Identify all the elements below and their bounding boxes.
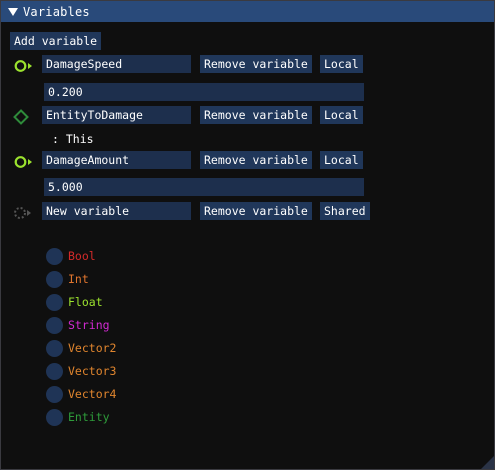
type-option-label: Vector3 xyxy=(68,364,117,378)
radio-button[interactable] xyxy=(46,247,63,265)
type-option-vector3[interactable]: Vector3 xyxy=(46,362,116,380)
variable-scope-button[interactable]: Local xyxy=(320,151,363,169)
radio-button[interactable] xyxy=(46,270,63,288)
remove-variable-button[interactable]: Remove variable xyxy=(200,106,312,124)
entity-pin-icon[interactable] xyxy=(13,109,29,125)
type-option-label: Vector4 xyxy=(68,387,117,401)
type-option-label: Int xyxy=(68,272,89,286)
radio-button[interactable] xyxy=(46,293,63,311)
variable-name-input[interactable]: EntityToDamage xyxy=(42,106,191,124)
type-option-label: Float xyxy=(68,295,103,309)
type-option-label: String xyxy=(68,318,110,332)
type-option-vector4[interactable]: Vector4 xyxy=(46,385,116,403)
variable-name-input[interactable]: DamageAmount xyxy=(42,151,191,169)
remove-variable-button[interactable]: Remove variable xyxy=(200,151,312,169)
variable-value-input[interactable]: 0.200 xyxy=(44,83,364,101)
resize-grip-icon[interactable] xyxy=(481,456,494,469)
type-option-string[interactable]: String xyxy=(46,316,110,334)
variable-scope-button[interactable]: Local xyxy=(320,55,363,73)
type-option-float[interactable]: Float xyxy=(46,293,103,311)
variable-scope-button[interactable]: Local xyxy=(320,106,363,124)
add-variable-button[interactable]: Add variable xyxy=(10,32,102,50)
type-option-label: Entity xyxy=(68,410,110,424)
type-option-label: Bool xyxy=(68,249,96,263)
variable-name-input[interactable]: DamageSpeed xyxy=(42,55,191,73)
variable-name-input[interactable]: New variable xyxy=(42,202,191,220)
variable-value-text: : This xyxy=(52,132,94,146)
type-option-label: Vector2 xyxy=(68,341,117,355)
type-option-bool[interactable]: Bool xyxy=(46,247,96,265)
type-option-vector2[interactable]: Vector2 xyxy=(46,339,116,357)
float-pin-icon[interactable] xyxy=(14,58,36,74)
variable-value-input[interactable]: 5.000 xyxy=(44,178,364,196)
radio-button[interactable] xyxy=(46,408,63,426)
remove-variable-button[interactable]: Remove variable xyxy=(200,55,312,73)
radio-button[interactable] xyxy=(46,385,63,403)
radio-button[interactable] xyxy=(46,316,63,334)
variable-scope-button[interactable]: Shared xyxy=(320,202,370,220)
radio-button[interactable] xyxy=(46,339,63,357)
unset-pin-icon[interactable] xyxy=(13,205,35,221)
radio-button[interactable] xyxy=(46,362,63,380)
collapse-arrow-icon[interactable] xyxy=(8,7,18,16)
remove-variable-button[interactable]: Remove variable xyxy=(200,202,312,220)
variables-window: Variables Add variable DamageSpeed Remov… xyxy=(0,0,495,470)
type-option-entity[interactable]: Entity xyxy=(46,408,110,426)
type-option-int[interactable]: Int xyxy=(46,270,89,288)
window-titlebar[interactable]: Variables xyxy=(1,1,494,22)
float-pin-icon[interactable] xyxy=(14,154,36,170)
window-title: Variables xyxy=(23,4,90,19)
